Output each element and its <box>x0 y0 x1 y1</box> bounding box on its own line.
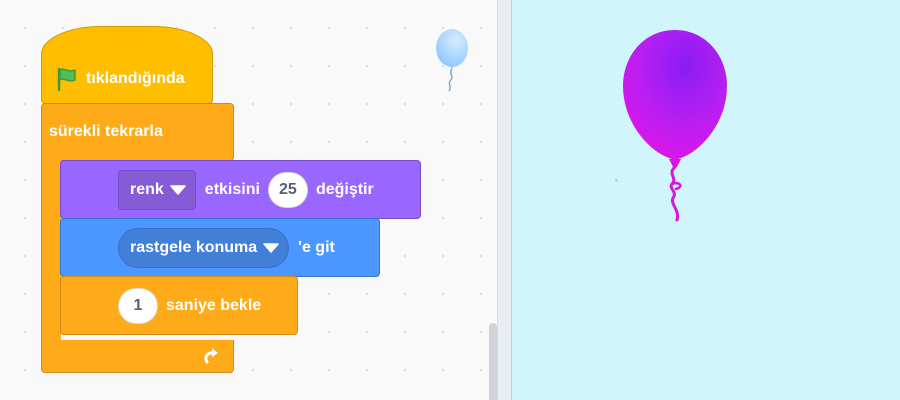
when-flag-clicked-block[interactable]: tıklandığında <box>41 26 213 104</box>
change-effect-block[interactable]: renk etkisini 25 değiştir <box>60 160 421 219</box>
caret-down-icon <box>170 184 186 195</box>
scratch-editor: tıklandığında sürekli tekrarla renk etki… <box>0 0 900 400</box>
stage-dot <box>615 179 618 182</box>
effect-dropdown[interactable]: renk <box>118 169 196 210</box>
effect-dropdown-value: renk <box>130 180 164 198</box>
wait-end-label: saniye bekle <box>166 296 262 314</box>
forever-block-bottom[interactable] <box>41 340 234 373</box>
balloon-sprite[interactable] <box>620 28 730 228</box>
forever-block[interactable]: sürekli tekrarla <box>41 103 234 161</box>
forever-label: sürekli tekrarla <box>49 123 163 140</box>
effect-end-label: değiştir <box>315 180 374 198</box>
wait-block[interactable]: 1 saniye bekle <box>60 276 298 335</box>
go-to-target-dropdown[interactable]: rastgele konuma <box>118 227 290 268</box>
effect-mid-label: etkisini <box>204 180 260 198</box>
code-area-scrollbar[interactable] <box>489 323 497 400</box>
forever-block-arm <box>41 155 61 350</box>
green-flag-icon <box>57 67 76 92</box>
when-flag-clicked-label: tıklandığında <box>86 70 185 87</box>
balloon-icon[interactable] <box>433 27 471 93</box>
go-to-end-label: 'e git <box>298 238 335 256</box>
go-to-block[interactable]: rastgele konuma 'e git <box>60 218 380 277</box>
repeat-arrow-icon <box>204 348 218 364</box>
panel-divider <box>497 0 511 400</box>
code-area[interactable]: tıklandığında sürekli tekrarla renk etki… <box>0 0 497 400</box>
wait-seconds-input[interactable]: 1 <box>118 287 158 324</box>
caret-down-icon <box>263 242 279 253</box>
effect-amount-input[interactable]: 25 <box>267 171 308 208</box>
go-to-target-value: rastgele konuma <box>130 238 258 256</box>
stage[interactable] <box>511 0 900 400</box>
